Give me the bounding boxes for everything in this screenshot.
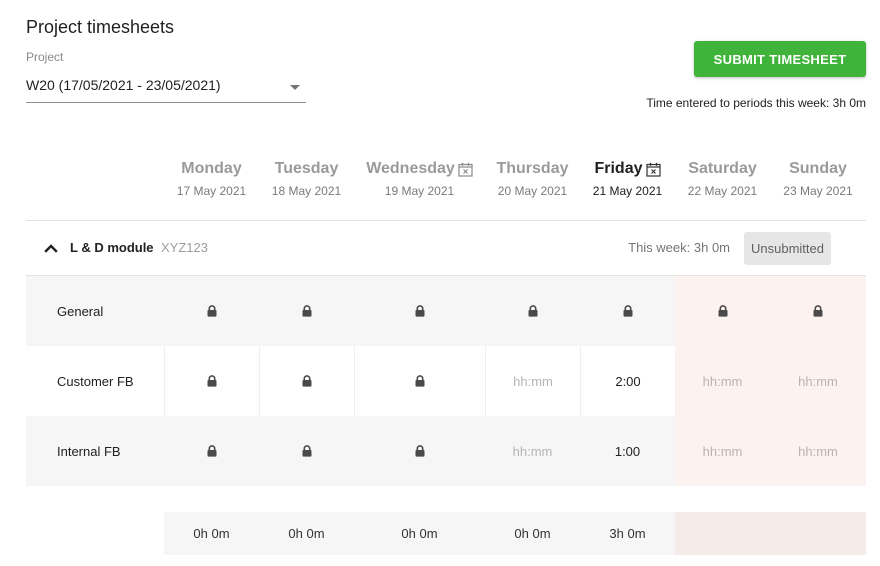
locked-cell [580,276,675,346]
lock-icon [415,305,425,317]
locked-cell [164,346,259,416]
day-name: Friday [580,158,675,180]
locked-cell [259,416,354,486]
week-time-summary: Time entered to periods this week: 3h 0m [646,96,866,110]
status-badge: Unsubmitted [744,232,831,265]
locked-cell [770,276,866,346]
project-label: Project [26,50,64,64]
day-date: 18 May 2021 [271,184,342,198]
day-total: 0h 0m [164,512,259,555]
locked-cell [259,346,354,416]
time-input[interactable]: hh:mm [485,346,580,416]
day-name: Tuesday [259,158,354,180]
day-total [675,512,770,555]
day-date: 19 May 2021 [384,184,455,198]
day-header-wednesday: Wednesday 19 May 2021 [354,158,485,198]
totals-row: 0h 0m 0h 0m 0h 0m 0h 0m 3h 0m [164,512,866,555]
lock-icon [813,305,823,317]
locked-cell [675,276,770,346]
chevron-up-icon[interactable] [44,241,58,255]
day-header-sunday: Sunday 23 May 2021 [770,158,866,198]
lock-icon [415,375,425,387]
day-date: 21 May 2021 [592,184,663,198]
lock-icon [207,445,217,457]
locked-cell [164,416,259,486]
lock-icon [302,445,312,457]
task-label: Internal FB [57,443,121,459]
time-input[interactable]: hh:mm [770,346,866,416]
time-input[interactable]: hh:mm [675,346,770,416]
group-week-total: This week: 3h 0m [628,240,730,255]
lock-icon [207,375,217,387]
locked-cell [164,276,259,346]
day-name: Sunday [770,158,866,180]
day-date: 23 May 2021 [783,184,853,198]
day-name: Saturday [675,158,770,180]
day-name-text: Sunday [789,160,847,177]
lock-icon [302,375,312,387]
time-input[interactable]: hh:mm [675,416,770,486]
day-header-friday: Friday 21 May 2021 [580,158,675,198]
day-total: 0h 0m [354,512,485,555]
day-date: 20 May 2021 [497,184,568,198]
day-name: Monday [164,158,259,180]
locked-cell [354,276,485,346]
day-name: Thursday [485,158,580,180]
day-header-tuesday: Tuesday 18 May 2021 [259,158,354,198]
task-label: Customer FB [57,373,134,389]
calendar-x-icon [645,162,661,177]
day-name: Wednesday [354,158,485,180]
time-input[interactable]: 1:00 [580,416,675,486]
day-total [770,512,866,555]
group-row: L & D module XYZ123 This week: 3h 0m Uns… [26,221,866,275]
timesheet-grid: General Customer FB hh:mm 2:00 hh:mm hh:mm Int… [26,276,866,486]
lock-icon [623,305,633,317]
day-name-text: Wednesday [366,160,455,177]
day-header-thursday: Thursday 20 May 2021 [485,158,580,198]
day-date: 17 May 2021 [176,184,247,198]
day-name-text: Tuesday [274,160,339,177]
project-select-value: W20 (17/05/2021 - 23/05/2021) [26,77,221,93]
time-input[interactable]: hh:mm [770,416,866,486]
lock-icon [302,305,312,317]
lock-icon [718,305,728,317]
task-row: General [26,276,866,346]
locked-cell [259,276,354,346]
day-header-monday: Monday 17 May 2021 [164,158,259,198]
dropdown-caret-icon [290,85,300,90]
locked-cell [485,276,580,346]
day-name-text: Friday [594,160,643,177]
day-name-text: Thursday [496,160,569,177]
group-code: XYZ123 [161,240,208,255]
project-select[interactable]: W20 (17/05/2021 - 23/05/2021) [26,72,306,103]
lock-icon [207,305,217,317]
day-date: 22 May 2021 [687,184,758,198]
day-header-saturday: Saturday 22 May 2021 [675,158,770,198]
task-row: Internal FB hh:mm 1:00 hh:mm hh:mm [26,416,866,486]
day-total: 0h 0m [259,512,354,555]
locked-cell [354,346,485,416]
group-name: L & D module [70,240,154,255]
task-row: Customer FB hh:mm 2:00 hh:mm hh:mm [26,346,866,416]
task-label: General [57,303,104,319]
lock-icon [415,445,425,457]
day-total: 0h 0m [485,512,580,555]
day-total: 3h 0m [580,512,675,555]
calendar-x-icon [458,162,473,177]
time-input[interactable]: hh:mm [485,416,580,486]
page-title: Project timesheets [26,17,175,37]
locked-cell [354,416,485,486]
day-name-text: Monday [181,160,242,177]
lock-icon [528,305,538,317]
time-input[interactable]: 2:00 [580,346,675,416]
submit-timesheet-button[interactable]: SUBMIT TIMESHEET [694,41,866,77]
day-name-text: Saturday [688,160,757,177]
